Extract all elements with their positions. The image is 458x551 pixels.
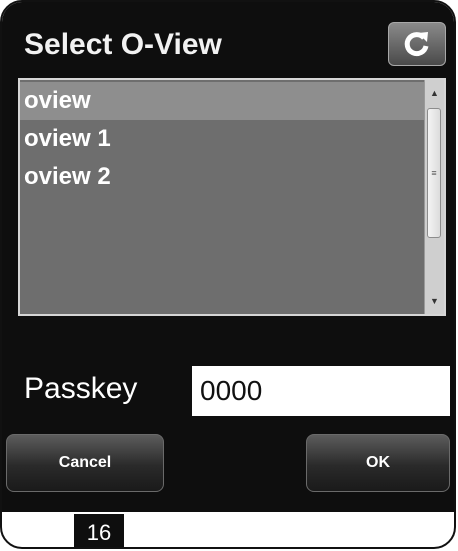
cancel-button[interactable]: Cancel <box>6 434 164 492</box>
refresh-icon <box>404 32 429 57</box>
passkey-input[interactable] <box>192 366 450 416</box>
oview-list[interactable]: oview oview 1 oview 2 ▲ ≡ ▼ <box>18 78 446 316</box>
page-number: 16 <box>74 514 124 547</box>
list-item[interactable]: oview 1 <box>20 120 424 158</box>
grip-icon: ≡ <box>431 168 437 178</box>
scroll-down-arrow-icon[interactable]: ▼ <box>425 292 444 310</box>
scroll-up-arrow-icon[interactable]: ▲ <box>425 84 444 102</box>
select-oview-dialog: Select O-View oview oview 1 oview 2 ▲ ≡ … <box>2 2 454 512</box>
list-item[interactable]: oview <box>20 82 424 120</box>
passkey-label: Passkey <box>24 372 138 405</box>
list-item[interactable]: oview 2 <box>20 158 424 196</box>
device-frame: Select O-View oview oview 1 oview 2 ▲ ≡ … <box>0 0 456 549</box>
ok-button[interactable]: OK <box>306 434 450 492</box>
list-scrollbar[interactable]: ▲ ≡ ▼ <box>424 80 444 314</box>
scroll-thumb[interactable]: ≡ <box>427 108 441 238</box>
refresh-button[interactable] <box>388 22 446 66</box>
dialog-title: Select O-View <box>24 28 222 61</box>
